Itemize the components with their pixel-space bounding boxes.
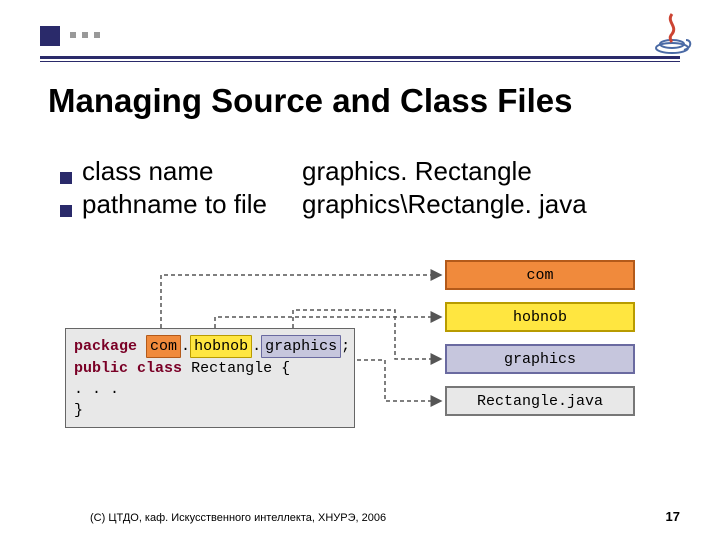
semicolon: ; <box>341 338 350 355</box>
code-snippet: package com.hobnob.graphics; public clas… <box>65 328 355 428</box>
page-number: 17 <box>666 509 680 524</box>
folder-graphics: graphics <box>445 344 635 374</box>
bullet-icon <box>60 172 72 184</box>
brace: } <box>74 400 346 421</box>
folder-hobnob: hobnob <box>445 302 635 332</box>
class-name: Rectangle <box>191 360 272 377</box>
package-part-hobnob: hobnob <box>190 335 252 358</box>
file-rectangle: Rectangle.java <box>445 386 635 416</box>
bullet-row: pathname to file graphics\Rectangle. jav… <box>60 189 690 220</box>
header-accent-square <box>40 26 60 46</box>
code-ellipsis: . . . <box>74 379 346 400</box>
bullet-value: graphics. Rectangle <box>302 156 532 187</box>
header-divider <box>40 56 680 62</box>
keyword-package: package <box>74 338 137 355</box>
bullet-row: class name graphics. Rectangle <box>60 156 690 187</box>
keyword-public: public <box>74 360 128 377</box>
keyword-class: class <box>137 360 182 377</box>
slide-title: Managing Source and Class Files <box>48 82 572 120</box>
java-logo <box>648 10 696 58</box>
footer-copyright: (С) ЦТДО, каф. Искусственного интеллекта… <box>90 512 386 524</box>
package-part-graphics: graphics <box>261 335 341 358</box>
package-diagram: package com.hobnob.graphics; public clas… <box>65 260 655 460</box>
brace: { <box>281 360 290 377</box>
header-dots <box>70 32 100 38</box>
bullet-list: class name graphics. Rectangle pathname … <box>60 156 690 222</box>
bullet-value: graphics\Rectangle. java <box>302 189 587 220</box>
bullet-icon <box>60 205 72 217</box>
bullet-label: class name <box>82 156 302 187</box>
package-part-com: com <box>146 335 181 358</box>
folder-com: com <box>445 260 635 290</box>
bullet-label: pathname to file <box>82 189 302 220</box>
